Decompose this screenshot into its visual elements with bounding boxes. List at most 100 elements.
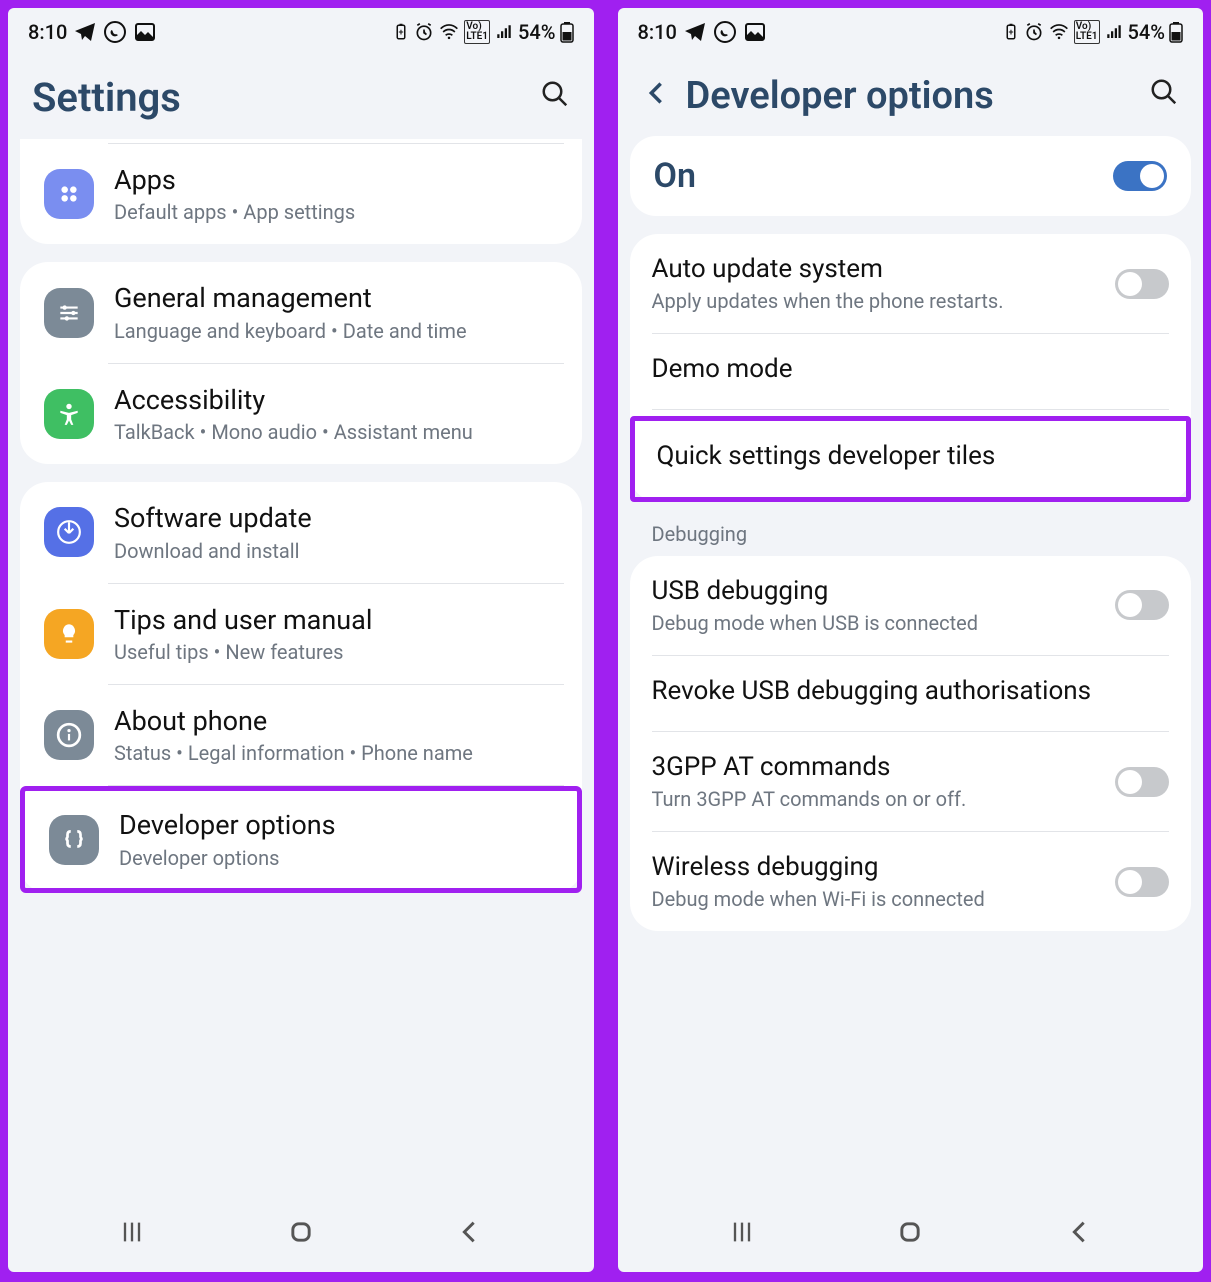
item-title: Apps bbox=[114, 164, 558, 196]
settings-item-developer-options[interactable]: Developer options Developer options bbox=[25, 791, 577, 887]
page-title: Settings bbox=[32, 74, 524, 121]
volte-icon: Vo)LTE1 bbox=[1074, 20, 1100, 44]
header: Developer options bbox=[618, 50, 1204, 136]
option-title: Revoke USB debugging authorisations bbox=[652, 676, 1170, 707]
settings-card: General management Language and keyboard… bbox=[20, 262, 582, 464]
option-revoke-usb-auth[interactable]: Revoke USB debugging authorisations bbox=[652, 656, 1170, 731]
settings-card: Apps Default apps • App settings bbox=[20, 139, 582, 244]
settings-card: Software update Download and install Tip… bbox=[20, 482, 582, 893]
toggle-switch[interactable] bbox=[1115, 867, 1169, 897]
navigation-bar bbox=[8, 1200, 594, 1272]
status-bar: 8:10 + Vo)LTE1 54% bbox=[8, 8, 594, 50]
item-subtitle: Download and install bbox=[114, 539, 558, 563]
option-title: Quick settings developer tiles bbox=[657, 441, 1165, 472]
back-icon[interactable] bbox=[642, 77, 670, 115]
alarm-icon bbox=[414, 22, 434, 42]
option-demo-mode[interactable]: Demo mode bbox=[652, 334, 1170, 409]
clock: 8:10 bbox=[28, 20, 67, 44]
svg-text:+: + bbox=[1008, 28, 1013, 38]
option-auto-update-system[interactable]: Auto update system Apply updates when th… bbox=[652, 234, 1170, 333]
apps-icon bbox=[44, 169, 94, 219]
volte-icon: Vo)LTE1 bbox=[464, 20, 490, 44]
settings-item-accessibility[interactable]: Accessibility TalkBack • Mono audio • As… bbox=[38, 364, 564, 464]
item-title: Accessibility bbox=[114, 384, 558, 416]
option-quick-settings-tiles[interactable]: Quick settings developer tiles bbox=[657, 421, 1165, 496]
back-button[interactable] bbox=[1065, 1218, 1093, 1250]
whatsapp-icon bbox=[713, 20, 737, 44]
battery-icon bbox=[1169, 21, 1183, 43]
wifi-icon bbox=[438, 22, 460, 42]
settings-item-tips[interactable]: Tips and user manual Useful tips • New f… bbox=[38, 584, 564, 684]
option-title: Wireless debugging bbox=[652, 852, 1102, 883]
item-subtitle: TalkBack • Mono audio • Assistant menu bbox=[114, 420, 558, 444]
option-wireless-debugging[interactable]: Wireless debugging Debug mode when Wi-Fi… bbox=[652, 832, 1170, 931]
highlight-quick-settings-tiles: Quick settings developer tiles bbox=[630, 416, 1192, 501]
item-subtitle: Useful tips • New features bbox=[114, 640, 558, 664]
settings-item-about-phone[interactable]: About phone Status • Legal information •… bbox=[38, 685, 564, 785]
header: Settings bbox=[8, 50, 594, 139]
battery-saver-icon: + bbox=[1002, 23, 1020, 41]
toggle-switch[interactable] bbox=[1115, 590, 1169, 620]
master-toggle-row[interactable]: On bbox=[630, 136, 1192, 216]
dev-options-card: Auto update system Apply updates when th… bbox=[630, 234, 1192, 502]
braces-icon bbox=[49, 815, 99, 865]
item-subtitle: Developer options bbox=[119, 846, 553, 870]
option-subtitle: Debug mode when Wi-Fi is connected bbox=[652, 887, 1102, 911]
telegram-icon bbox=[73, 20, 97, 44]
back-button[interactable] bbox=[455, 1218, 483, 1250]
battery-saver-icon: + bbox=[392, 23, 410, 41]
search-icon[interactable] bbox=[540, 79, 570, 117]
toggle-switch[interactable] bbox=[1115, 269, 1169, 299]
svg-text:+: + bbox=[399, 28, 404, 38]
highlight-developer-options: Developer options Developer options bbox=[20, 786, 582, 892]
battery-percent: 54% bbox=[1128, 20, 1165, 44]
option-usb-debugging[interactable]: USB debugging Debug mode when USB is con… bbox=[652, 556, 1170, 655]
whatsapp-icon bbox=[103, 20, 127, 44]
option-3gpp-at-commands[interactable]: 3GPP AT commands Turn 3GPP AT commands o… bbox=[652, 732, 1170, 831]
search-icon[interactable] bbox=[1149, 77, 1179, 115]
info-icon bbox=[44, 710, 94, 760]
item-title: Tips and user manual bbox=[114, 604, 558, 636]
navigation-bar bbox=[618, 1200, 1204, 1272]
signal-icon bbox=[1104, 23, 1124, 41]
option-title: Auto update system bbox=[652, 254, 1102, 285]
item-title: General management bbox=[114, 282, 558, 314]
home-button[interactable] bbox=[896, 1218, 924, 1250]
page-title: Developer options bbox=[686, 74, 1134, 118]
settings-screen: 8:10 + Vo)LTE1 54% Settings Apps bbox=[8, 8, 594, 1272]
item-title: Developer options bbox=[119, 809, 553, 841]
battery-icon bbox=[560, 21, 574, 43]
lightbulb-icon bbox=[44, 609, 94, 659]
signal-icon bbox=[494, 23, 514, 41]
accessibility-icon bbox=[44, 389, 94, 439]
telegram-icon bbox=[683, 20, 707, 44]
battery-percent: 54% bbox=[518, 20, 555, 44]
gallery-icon bbox=[133, 20, 157, 44]
option-subtitle: Apply updates when the phone restarts. bbox=[652, 289, 1102, 313]
download-icon bbox=[44, 507, 94, 557]
developer-options-screen: 8:10 + Vo)LTE1 54% Developer options On … bbox=[618, 8, 1204, 1272]
option-subtitle: Debug mode when USB is connected bbox=[652, 611, 1102, 635]
option-title: 3GPP AT commands bbox=[652, 752, 1102, 783]
toggle-switch[interactable] bbox=[1115, 767, 1169, 797]
settings-item-apps[interactable]: Apps Default apps • App settings bbox=[38, 144, 564, 244]
settings-item-general-management[interactable]: General management Language and keyboard… bbox=[38, 262, 564, 362]
recents-button[interactable] bbox=[728, 1218, 756, 1250]
home-button[interactable] bbox=[287, 1218, 315, 1250]
item-title: Software update bbox=[114, 502, 558, 534]
debugging-card: USB debugging Debug mode when USB is con… bbox=[630, 556, 1192, 932]
item-subtitle: Status • Legal information • Phone name bbox=[114, 741, 558, 765]
wifi-icon bbox=[1048, 22, 1070, 42]
master-toggle-switch[interactable] bbox=[1113, 161, 1167, 191]
clock: 8:10 bbox=[638, 20, 677, 44]
master-toggle-label: On bbox=[654, 156, 696, 196]
item-subtitle: Language and keyboard • Date and time bbox=[114, 319, 558, 343]
settings-sliders-icon bbox=[44, 288, 94, 338]
option-title: Demo mode bbox=[652, 354, 1170, 385]
item-subtitle: Default apps • App settings bbox=[114, 200, 558, 224]
option-title: USB debugging bbox=[652, 576, 1102, 607]
recents-button[interactable] bbox=[118, 1218, 146, 1250]
item-title: About phone bbox=[114, 705, 558, 737]
settings-item-software-update[interactable]: Software update Download and install bbox=[38, 482, 564, 582]
status-bar: 8:10 + Vo)LTE1 54% bbox=[618, 8, 1204, 50]
